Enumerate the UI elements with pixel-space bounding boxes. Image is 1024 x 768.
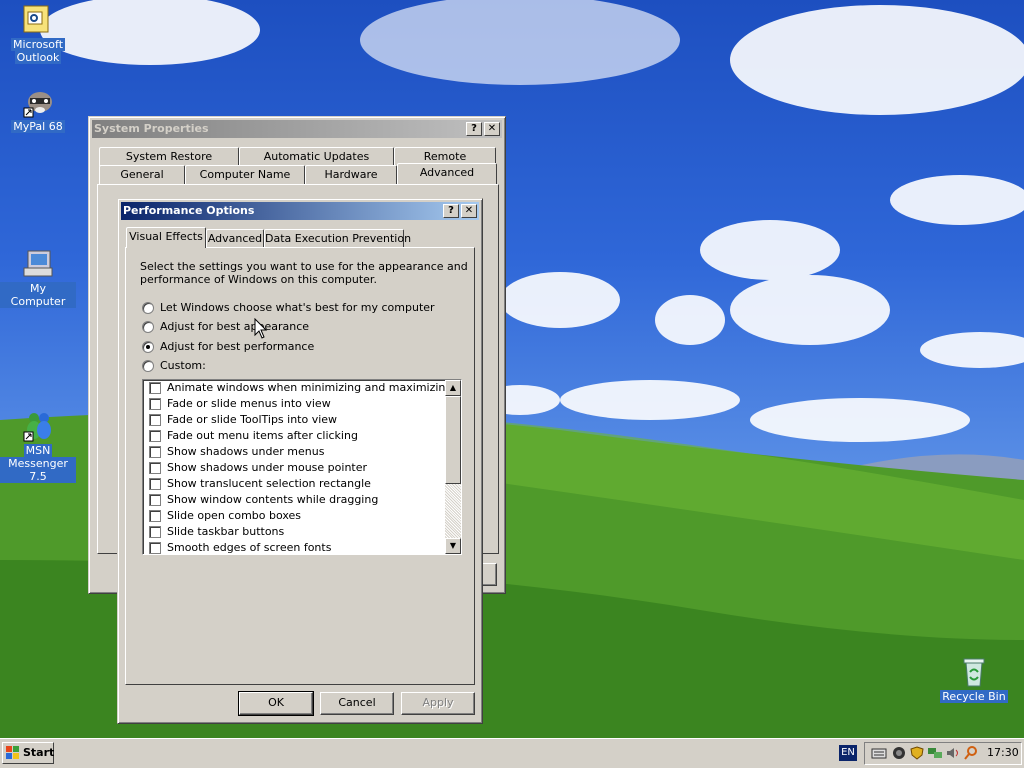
list-item-label: Fade out menu items after clicking: [167, 429, 358, 442]
shield-icon[interactable]: [909, 746, 925, 760]
start-label: Start: [23, 746, 55, 759]
help-button[interactable]: ?: [443, 204, 459, 218]
desktop-icon-label: Messenger 7.5: [0, 457, 76, 483]
desktop-icon-my-computer[interactable]: My Computer: [0, 248, 76, 308]
checkbox[interactable]: [149, 542, 161, 554]
apply-button[interactable]: Apply: [401, 692, 475, 715]
checkbox[interactable]: [149, 510, 161, 522]
checkbox[interactable]: [149, 446, 161, 458]
close-button[interactable]: ✕: [461, 204, 477, 218]
desktop-icon-label: Microsoft: [10, 38, 66, 51]
computer-icon: [22, 248, 54, 280]
language-indicator[interactable]: EN: [839, 745, 857, 761]
radio-button[interactable]: [142, 321, 154, 333]
description-text: Select the settings you want to use for …: [140, 260, 468, 286]
system-tray: 17:30: [864, 742, 1022, 765]
radio-button[interactable]: [142, 302, 154, 314]
description-line: performance of Windows on this computer.: [140, 273, 377, 286]
msn-butterfly-icon: [22, 410, 54, 442]
list-item-label: Fade or slide menus into view: [167, 397, 331, 410]
clock[interactable]: 17:30: [987, 746, 1019, 760]
desktop-icon-outlook[interactable]: Microsoft Outlook: [0, 4, 76, 64]
performance-options-dialog: Performance Options ? ✕ Visual Effects A…: [117, 198, 483, 724]
close-button[interactable]: ✕: [484, 122, 500, 136]
desktop-icon-label: MSN: [23, 444, 53, 457]
scroll-up-icon[interactable]: ▲: [445, 380, 461, 396]
desktop-icon-label: Outlook: [14, 51, 62, 64]
tab-computer-name[interactable]: Computer Name: [185, 165, 305, 184]
window-title: System Properties: [94, 122, 209, 135]
checkbox[interactable]: [149, 478, 161, 490]
list-item-label: Show shadows under menus: [167, 445, 325, 458]
tab-hardware[interactable]: Hardware: [305, 165, 397, 184]
security-icon[interactable]: [891, 746, 907, 760]
mouse-pointer-icon: [254, 318, 268, 339]
raccoon-icon: [22, 86, 54, 118]
list-item-label: Show shadows under mouse pointer: [167, 461, 368, 474]
desktop-icon-label: Recycle Bin: [940, 690, 1008, 703]
desktop-icon-msn-messenger[interactable]: MSN Messenger 7.5: [0, 410, 76, 483]
desktop-icon-label: MyPal 68: [11, 120, 65, 133]
checkbox[interactable]: [149, 398, 161, 410]
radio-label: Adjust for best performance: [160, 340, 315, 353]
visual-effects-panel: Select the settings you want to use for …: [125, 247, 475, 685]
list-item-label: Show translucent selection rectangle: [167, 477, 371, 490]
tab-automatic-updates[interactable]: Automatic Updates: [239, 147, 394, 166]
checkbox[interactable]: [149, 494, 161, 506]
checkbox[interactable]: [149, 462, 161, 474]
cancel-button[interactable]: Cancel: [320, 692, 394, 715]
radio-label: Adjust for best appearance: [160, 320, 310, 333]
outlook-icon: [22, 4, 54, 36]
start-button[interactable]: Start: [2, 742, 54, 764]
radio-label: Custom:: [160, 359, 206, 372]
tab-system-restore[interactable]: System Restore: [99, 147, 239, 166]
network-icon[interactable]: [927, 746, 943, 760]
visual-effects-list[interactable]: Animate windows when minimizing and maxi…: [142, 379, 462, 555]
tab-data-execution-prevention[interactable]: Data Execution Prevention: [264, 229, 411, 248]
list-item-label: Animate windows when minimizing and maxi…: [167, 381, 453, 394]
keyboard-icon[interactable]: [871, 746, 887, 760]
desktop-icon-mypal[interactable]: MyPal 68: [0, 86, 76, 133]
list-item-label: Show window contents while dragging: [167, 493, 379, 506]
list-item-label: Slide taskbar buttons: [167, 525, 285, 538]
checkbox[interactable]: [149, 414, 161, 426]
tab-advanced[interactable]: Advanced: [206, 229, 264, 248]
ok-button[interactable]: OK: [238, 691, 314, 716]
dialog-title: Performance Options: [123, 204, 255, 217]
scroll-down-icon[interactable]: ▼: [445, 538, 461, 554]
list-item-label: Fade or slide ToolTips into view: [167, 413, 338, 426]
help-button[interactable]: ?: [466, 122, 482, 136]
search-icon[interactable]: [963, 746, 979, 760]
volume-icon[interactable]: [945, 746, 961, 760]
taskbar: Start EN 17:30: [0, 738, 1024, 768]
radio-button[interactable]: [142, 341, 154, 353]
performance-options-titlebar[interactable]: Performance Options ? ✕: [121, 202, 479, 220]
checkbox[interactable]: [149, 430, 161, 442]
windows-logo-icon: [6, 746, 19, 759]
vertical-scrollbar[interactable]: ▲ ▼: [445, 380, 461, 554]
system-properties-titlebar[interactable]: System Properties ? ✕: [92, 120, 502, 138]
description-line: Select the settings you want to use for …: [140, 260, 468, 273]
tab-advanced[interactable]: Advanced: [397, 163, 497, 184]
list-item-label: Slide open combo boxes: [167, 509, 302, 522]
scroll-thumb[interactable]: [445, 396, 461, 484]
tab-general[interactable]: General: [99, 165, 185, 184]
checkbox[interactable]: [149, 526, 161, 538]
recycle-bin-icon: [958, 656, 990, 688]
list-item-label: Smooth edges of screen fonts: [167, 541, 332, 554]
tab-visual-effects[interactable]: Visual Effects: [126, 227, 206, 248]
desktop-icon-recycle-bin[interactable]: Recycle Bin: [936, 656, 1012, 703]
checkbox[interactable]: [149, 382, 161, 394]
radio-button[interactable]: [142, 360, 154, 372]
desktop-icon-label: My Computer: [0, 282, 76, 308]
radio-label: Let Windows choose what's best for my co…: [160, 301, 435, 314]
